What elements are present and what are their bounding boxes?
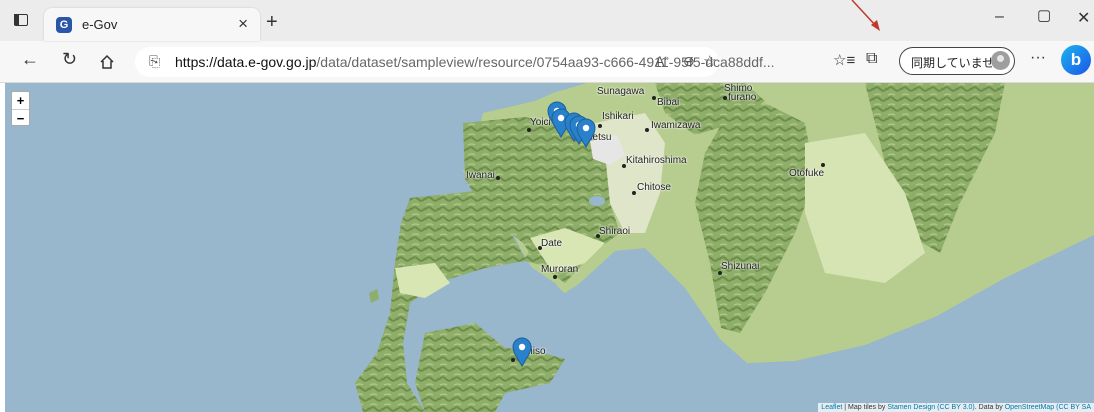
avatar (991, 51, 1010, 70)
url-domain: https://data.e-gov.go.jp (175, 54, 317, 70)
land-oshima (415, 323, 565, 412)
place-date: Date (541, 238, 563, 249)
attribution-text: | Map tiles by (842, 404, 888, 411)
back-icon[interactable]: ← (21, 49, 39, 70)
bing-chat-icon[interactable]: b (1061, 45, 1091, 75)
cc-by-sa-link[interactable]: (CC BY SA (1056, 404, 1091, 411)
place-dot (645, 128, 649, 132)
new-tab-icon[interactable]: + (266, 11, 278, 34)
toolbar: ← ↻ ⎘ https://data.e-gov.go.jp/data/data… (0, 41, 1094, 83)
place-dot (652, 96, 656, 100)
home-icon[interactable] (99, 54, 115, 70)
tab-actions-icon[interactable] (14, 14, 28, 26)
place-otofuke: Otofuke (789, 168, 825, 179)
place-dot (496, 176, 500, 180)
stamen-link[interactable]: Stamen Design (887, 404, 935, 411)
islet (369, 289, 379, 303)
tab-close-icon[interactable]: × (238, 14, 248, 34)
map-attribution: Leaflet | Map tiles by Stamen Design (CC… (818, 403, 1094, 412)
e-gov-favicon-icon: G (56, 17, 72, 33)
leaflet-link[interactable]: Leaflet (821, 404, 842, 411)
map-marker[interactable] (575, 118, 597, 148)
profile-sync-button[interactable]: 同期していません (899, 47, 1015, 75)
zoom-control: + − (11, 91, 30, 126)
cc-by-link[interactable]: (CC BY 3.0) (937, 404, 975, 411)
page-info-icon[interactable]: ⎘ (149, 53, 160, 70)
place-iwanai: Iwanai (466, 170, 495, 181)
lake-shikotsu (589, 196, 605, 206)
place-shiraoi: Shiraoi (599, 226, 631, 237)
place-furano: furano (728, 92, 757, 103)
osm-link[interactable]: OpenStreetMap (1005, 404, 1054, 411)
place-iwamizawa: Iwamizawa (651, 120, 701, 131)
minimize-icon[interactable]: – (995, 8, 1004, 26)
map-view[interactable]: + − Sunagawa Bibai Shimo furano Yoici Is… (5, 83, 1094, 412)
tab-title: e-Gov (82, 17, 118, 32)
favorites-icon[interactable]: ☆≡ (833, 51, 855, 69)
place-dot (527, 128, 531, 132)
add-favorite-icon[interactable]: ☆ (703, 52, 716, 70)
maximize-icon[interactable]: ▢ (1037, 6, 1051, 24)
attribution-text: . Data by (974, 404, 1005, 411)
zoom-out-button[interactable]: − (12, 109, 29, 127)
close-window-icon[interactable]: ✕ (1077, 8, 1090, 28)
browser-chrome: G e-Gov × + – ▢ ✕ ← ↻ ⎘ https://data.e-g… (0, 0, 1094, 83)
place-ishikari: Ishikari (602, 111, 634, 122)
place-dot (598, 124, 602, 128)
place-kitahiroshima: Kitahiroshima (626, 155, 687, 166)
place-chitose: Chitose (637, 182, 671, 193)
place-dot (821, 163, 825, 167)
zoom-in-button[interactable]: + (12, 92, 29, 109)
more-options-icon[interactable]: ··· (1030, 49, 1046, 67)
read-aloud-icon[interactable]: A» (655, 53, 669, 69)
address-bar[interactable]: ⎘ https://data.e-gov.go.jp/data/dataset/… (135, 47, 775, 77)
place-sunagawa: Sunagawa (597, 86, 645, 97)
place-muroran: Muroran (541, 264, 579, 275)
tab-strip: G e-Gov × + – ▢ ✕ (0, 0, 1094, 41)
map-marker[interactable] (511, 337, 533, 367)
refresh-icon[interactable]: ↻ (62, 49, 77, 70)
zoom-icon[interactable]: ⊖ (683, 53, 695, 70)
tab-e-gov[interactable]: G e-Gov × (44, 8, 260, 41)
collections-icon[interactable]: ⧉ (866, 50, 877, 68)
place-dot (553, 275, 557, 279)
place-dot (632, 191, 636, 195)
place-dot (723, 96, 727, 100)
place-shizunai: Shizunai (721, 261, 760, 272)
place-bibai: Bibai (657, 97, 680, 108)
